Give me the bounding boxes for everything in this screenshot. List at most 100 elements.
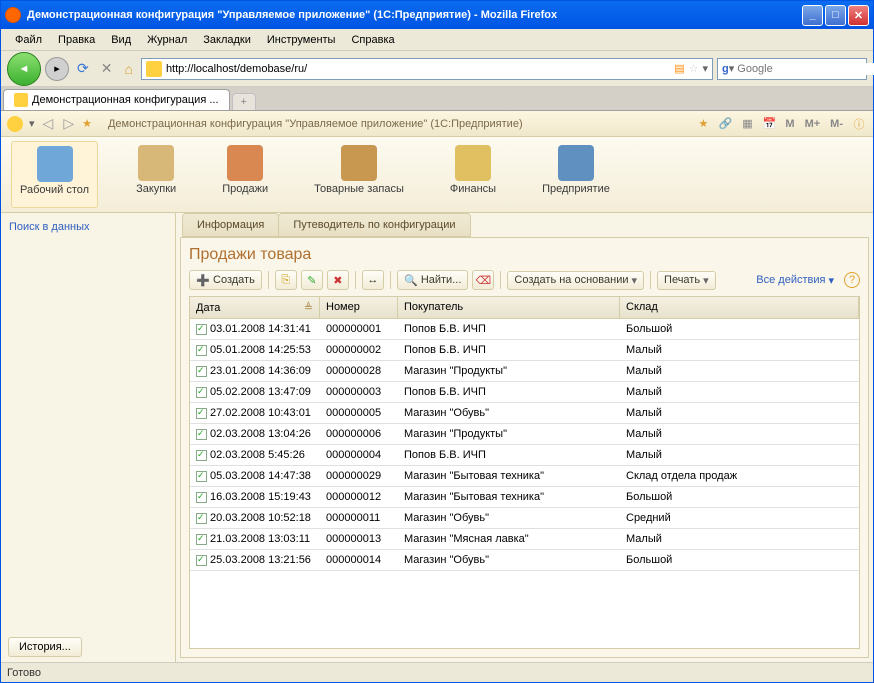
- cell-number: 000000003: [320, 382, 398, 402]
- cell-buyer: Попов Б.В. ИЧП: [398, 319, 620, 339]
- menu-file[interactable]: Файл: [7, 32, 50, 48]
- posted-icon: [196, 387, 207, 398]
- edit-button[interactable]: ✎: [301, 270, 323, 290]
- create-based-button[interactable]: Создать на основании ▾: [507, 271, 644, 290]
- posted-icon: [196, 429, 207, 440]
- url-dropdown-icon[interactable]: ▾: [702, 62, 708, 75]
- app-menu-dropdown-icon[interactable]: ▾: [29, 117, 35, 130]
- nav-back-icon[interactable]: ◁: [41, 115, 56, 132]
- table-row[interactable]: 05.03.2008 14:47:38000000029Магазин "Быт…: [190, 466, 859, 487]
- col-warehouse[interactable]: Склад: [620, 297, 859, 318]
- back-button[interactable]: ◄: [7, 52, 41, 86]
- table-row[interactable]: 27.02.2008 10:43:01000000005Магазин "Обу…: [190, 403, 859, 424]
- tab-favicon: [14, 93, 28, 107]
- section-finance[interactable]: Финансы: [442, 141, 504, 208]
- memory-mminus-button[interactable]: M-: [828, 118, 845, 130]
- browser-menubar: Файл Правка Вид Журнал Закладки Инструме…: [1, 29, 873, 51]
- close-button[interactable]: ✕: [848, 5, 869, 26]
- table-row[interactable]: 16.03.2008 15:19:43000000012Магазин "Быт…: [190, 487, 859, 508]
- menu-history[interactable]: Журнал: [139, 32, 195, 48]
- cell-buyer: Магазин "Продукты": [398, 424, 620, 444]
- section-stock[interactable]: Товарные запасы: [306, 141, 412, 208]
- menu-help[interactable]: Справка: [343, 32, 402, 48]
- table-row[interactable]: 25.03.2008 13:21:56000000014Магазин "Обу…: [190, 550, 859, 571]
- cell-warehouse: Склад отдела продаж: [620, 466, 859, 486]
- reload-icon[interactable]: ⟳: [73, 60, 93, 77]
- cell-number: 000000013: [320, 529, 398, 549]
- create-button[interactable]: ➕ Создать: [189, 270, 262, 290]
- search-input[interactable]: [737, 63, 874, 75]
- menu-tools[interactable]: Инструменты: [259, 32, 344, 48]
- google-icon: g: [722, 63, 729, 75]
- cell-date: 25.03.2008 13:21:56: [210, 554, 311, 566]
- table-row[interactable]: 02.03.2008 5:45:26000000004Попов Б.В. ИЧ…: [190, 445, 859, 466]
- section-sales[interactable]: Продажи: [214, 141, 276, 208]
- favorites-icon[interactable]: ★: [695, 116, 711, 132]
- maximize-button[interactable]: □: [825, 5, 846, 26]
- table-row[interactable]: 02.03.2008 13:04:26000000006Магазин "Про…: [190, 424, 859, 445]
- cell-number: 000000011: [320, 508, 398, 528]
- refresh-icon: ↔: [366, 273, 380, 287]
- cell-date: 03.01.2008 14:31:41: [210, 323, 311, 335]
- menu-bookmarks[interactable]: Закладки: [195, 32, 259, 48]
- new-tab-button[interactable]: +: [232, 93, 256, 110]
- delete-button[interactable]: ✖: [327, 270, 349, 290]
- status-text: Готово: [7, 667, 41, 679]
- search-engine-dropdown-icon[interactable]: ▾: [729, 62, 735, 75]
- link-icon[interactable]: 🔗: [717, 116, 733, 132]
- table-row[interactable]: 21.03.2008 13:03:11000000013Магазин "Мяс…: [190, 529, 859, 550]
- cell-warehouse: Большой: [620, 319, 859, 339]
- about-icon[interactable]: ⓘ: [851, 116, 867, 132]
- section-enterprise[interactable]: Предприятие: [534, 141, 618, 208]
- menu-edit[interactable]: Правка: [50, 32, 103, 48]
- history-button[interactable]: История...: [8, 637, 82, 657]
- posted-icon: [196, 408, 207, 419]
- help-icon[interactable]: ?: [844, 272, 860, 288]
- minimize-button[interactable]: _: [802, 5, 823, 26]
- search-bar[interactable]: g ▾ 🔍: [717, 58, 867, 80]
- section-desktop[interactable]: Рабочий стол: [11, 141, 98, 208]
- cell-buyer: Магазин "Обувь": [398, 403, 620, 423]
- col-date[interactable]: Дата ≜: [190, 297, 320, 318]
- grid-body[interactable]: 03.01.2008 14:31:41 000000001Попов Б.В. И…: [190, 319, 859, 648]
- app-breadcrumb: Демонстрационная конфигурация "Управляем…: [98, 118, 689, 130]
- menu-view[interactable]: Вид: [103, 32, 139, 48]
- subtab-guide[interactable]: Путеводитель по конфигурации: [278, 213, 470, 237]
- copy-button[interactable]: ⎘: [275, 270, 297, 290]
- all-actions-button[interactable]: Все действия ▾: [750, 272, 840, 289]
- sales-icon: [227, 145, 263, 181]
- memory-m-button[interactable]: M: [783, 118, 796, 130]
- calculator-icon[interactable]: ▦: [739, 116, 755, 132]
- cell-number: 000000001: [320, 319, 398, 339]
- bookmark-star-icon[interactable]: ☆: [689, 62, 699, 75]
- finance-icon: [455, 145, 491, 181]
- memory-mplus-button[interactable]: M+: [803, 118, 823, 130]
- print-button[interactable]: Печать ▾: [657, 271, 716, 290]
- search-in-data-link[interactable]: Поиск в данных: [9, 221, 90, 233]
- favorite-star-icon[interactable]: ★: [82, 117, 92, 130]
- home-icon[interactable]: ⌂: [120, 61, 136, 77]
- table-row[interactable]: 23.01.2008 14:36:09000000028Магазин "Про…: [190, 361, 859, 382]
- browser-tab[interactable]: Демонстрационная конфигурация ...: [3, 89, 230, 110]
- page-title: Продажи товара: [189, 246, 860, 264]
- stop-icon[interactable]: ✕: [97, 60, 117, 77]
- feed-icon[interactable]: ▤: [674, 62, 684, 75]
- desktop-icon: [37, 146, 73, 182]
- table-row[interactable]: 20.03.2008 10:52:18000000011Магазин "Обу…: [190, 508, 859, 529]
- calendar-icon[interactable]: 📅: [761, 116, 777, 132]
- col-buyer[interactable]: Покупатель: [398, 297, 620, 318]
- forward-button[interactable]: ▸: [45, 57, 69, 81]
- find-button[interactable]: 🔍 Найти...: [397, 270, 469, 290]
- section-purchases[interactable]: Закупки: [128, 141, 184, 208]
- subtab-info[interactable]: Информация: [182, 213, 279, 237]
- nav-forward-icon[interactable]: ▷: [61, 115, 76, 132]
- app-logo-icon: [7, 116, 23, 132]
- clear-find-button[interactable]: ⌫: [472, 270, 494, 290]
- table-row[interactable]: 05.01.2008 14:25:53000000002Попов Б.В. И…: [190, 340, 859, 361]
- refresh-button[interactable]: ↔: [362, 270, 384, 290]
- col-number[interactable]: Номер: [320, 297, 398, 318]
- table-row[interactable]: 03.01.2008 14:31:41 000000001Попов Б.В. И…: [190, 319, 859, 340]
- url-input[interactable]: [166, 63, 674, 75]
- url-bar[interactable]: ▤ ☆ ▾: [141, 58, 713, 80]
- table-row[interactable]: 05.02.2008 13:47:09000000003Попов Б.В. И…: [190, 382, 859, 403]
